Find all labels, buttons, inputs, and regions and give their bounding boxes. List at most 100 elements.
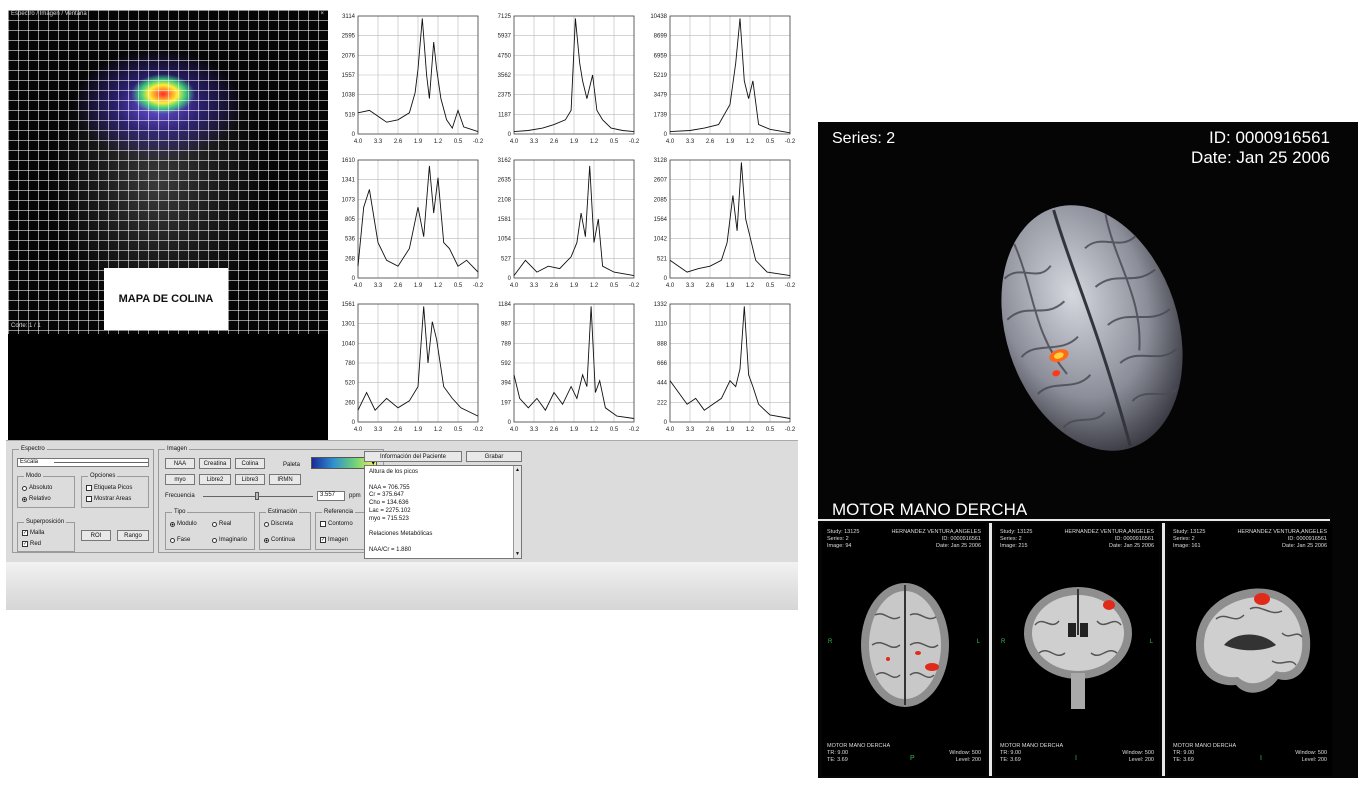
y-tick-label: 1341 bbox=[342, 178, 356, 184]
x-tick-label: 4.0 bbox=[510, 139, 519, 145]
x-tick-label: -0.2 bbox=[785, 427, 796, 433]
spectrum-plot[interactable]: 1610 1341 1073 805 536 268 0 4.0 3.3 2.6 1.9 1.2 0.5… bbox=[328, 150, 484, 294]
x-tick-label: -0.2 bbox=[629, 427, 640, 433]
resultados-textbox[interactable]: Altura de los picos NAA = 706.755 Cr = 37… bbox=[364, 465, 522, 559]
spectrum-plot[interactable]: 3162 2635 2108 1581 1054 527 0 4.0 3.3 2.6 1.9 1.2 0… bbox=[484, 150, 640, 294]
tipo-modulo-radio[interactable]: Modulo bbox=[170, 521, 197, 527]
slice-footer-right: Window: 500 Level: 200 bbox=[1122, 750, 1154, 763]
malla-checkbox[interactable]: ✓ Malla bbox=[22, 530, 44, 536]
roi-button[interactable]: ROI bbox=[81, 530, 111, 541]
y-tick-label: 3479 bbox=[654, 93, 668, 99]
checkbox-icon bbox=[320, 521, 326, 527]
x-tick-label: 4.0 bbox=[510, 283, 519, 289]
slider-thumb[interactable] bbox=[255, 492, 259, 500]
x-tick-label: -0.2 bbox=[785, 139, 796, 145]
y-tick-label: 6959 bbox=[654, 53, 668, 59]
frecuencia-slider[interactable] bbox=[203, 492, 313, 500]
continua-radio[interactable]: Continua bbox=[264, 537, 295, 543]
orientation-bottom: P bbox=[910, 755, 915, 762]
colina-button[interactable]: Colina bbox=[235, 458, 265, 469]
choline-map-viewer[interactable]: Espectro / Imagen / Ventana × Corte: 1 /… bbox=[8, 10, 328, 446]
vertical-scrollbar[interactable]: ▲ ▼ bbox=[513, 466, 521, 558]
y-tick-label: 1187 bbox=[498, 112, 512, 118]
y-tick-label: 0 bbox=[352, 276, 356, 282]
etiqueta-picos-checkbox[interactable]: Etiqueta Picos bbox=[86, 485, 132, 491]
result-line bbox=[369, 539, 432, 547]
y-tick-label: 3114 bbox=[342, 14, 356, 20]
libre2-button[interactable]: Libre2 bbox=[199, 474, 231, 485]
x-tick-label: 3.3 bbox=[530, 139, 539, 145]
escala-slider-track[interactable] bbox=[54, 462, 148, 463]
tipo-real-radio[interactable]: Real bbox=[212, 521, 231, 527]
y-tick-label: 0 bbox=[664, 420, 668, 426]
x-tick-label: 4.0 bbox=[666, 283, 675, 289]
imagen-option-label: Imagen bbox=[328, 537, 349, 543]
x-tick-label: 4.0 bbox=[510, 427, 519, 433]
grabar-button[interactable]: Grabar bbox=[466, 451, 522, 462]
brain-3d-render bbox=[1001, 205, 1183, 451]
y-tick-label: 2635 bbox=[498, 178, 512, 184]
y-tick-label: 1561 bbox=[342, 302, 356, 308]
close-icon[interactable]: × bbox=[320, 11, 324, 17]
mrs-application-window: Espectro / Imagen / Ventana × Corte: 1 /… bbox=[6, 6, 798, 610]
libre3-button[interactable]: Libre3 bbox=[235, 474, 265, 485]
spectrum-plot[interactable]: 10438 8699 6959 5219 3479 1739 0 4.0 3.3 2.6 1.9 1.… bbox=[640, 6, 796, 150]
x-tick-label: 2.6 bbox=[550, 139, 559, 145]
tipo-imaginario-radio[interactable]: Imaginario bbox=[212, 537, 247, 543]
spectrum-plot[interactable]: 7125 5937 4750 3562 2375 1187 0 4.0 3.3 2.6 1.9 1.2… bbox=[484, 6, 640, 150]
x-tick-label: 0.5 bbox=[610, 427, 619, 433]
continua-label: Continua bbox=[271, 537, 296, 543]
spectrum-plot[interactable]: 3114 2595 2076 1557 1038 519 0 4.0 3.3 2.6 1.9 1.2 0… bbox=[328, 6, 484, 150]
contorno-checkbox[interactable]: Contorno bbox=[320, 521, 353, 527]
coronal-slice-panel[interactable]: Study: 13125 Series: 2 Image: 215 HERNANDE… bbox=[995, 523, 1159, 776]
scroll-up-icon[interactable]: ▲ bbox=[515, 467, 520, 473]
checkbox-icon bbox=[86, 496, 92, 502]
scroll-down-icon[interactable]: ▼ bbox=[515, 551, 520, 557]
spectrum-plot[interactable]: 1561 1301 1040 780 520 260 0 4.0 3.3 2.6 1.9 1.2 0.5… bbox=[328, 294, 484, 438]
informacion-paciente-button[interactable]: Información del Paciente bbox=[364, 451, 462, 462]
x-tick-label: 0.5 bbox=[610, 139, 619, 145]
rango-button[interactable]: Rango bbox=[117, 530, 149, 541]
creatina-button[interactable]: Creatina bbox=[199, 458, 231, 469]
contorno-label: Contorno bbox=[328, 521, 353, 527]
sagittal-slice-panel[interactable]: Study: 13125 Series: 2 Image: 161 HERNANDE… bbox=[1168, 523, 1332, 776]
result-line: Lac = 2275.102 bbox=[369, 507, 411, 514]
slice-footer-left: MOTOR MANO DERCHA TR: 9.00 TE: 3.69 bbox=[1173, 743, 1237, 763]
modo-absoluto-radio[interactable]: Absoluto bbox=[22, 485, 52, 491]
slice-footer-left: MOTOR MANO DERCHA TR: 9.00 TE: 3.69 bbox=[827, 743, 891, 763]
x-tick-label: 3.3 bbox=[530, 427, 539, 433]
imagen-checkbox[interactable]: ✓ Imagen bbox=[320, 537, 348, 543]
irmn-button[interactable]: IRMN bbox=[269, 474, 301, 485]
x-tick-label: -0.2 bbox=[785, 283, 796, 289]
x-tick-label: 3.3 bbox=[530, 283, 539, 289]
referencia-legend: Referencia bbox=[322, 509, 356, 515]
x-tick-label: 2.6 bbox=[706, 283, 715, 289]
spectrum-plot[interactable]: 1184 987 789 592 394 197 0 4.0 3.3 2.6 1.9 1.2 0.5 -0… bbox=[484, 294, 640, 438]
y-tick-label: 1073 bbox=[342, 197, 356, 203]
y-tick-label: 1610 bbox=[342, 158, 356, 164]
y-tick-label: 0 bbox=[508, 420, 512, 426]
tipo-fase-radio[interactable]: Fase bbox=[170, 537, 190, 543]
modo-relativo-radio[interactable]: Relativo bbox=[22, 496, 51, 502]
y-tick-label: 0 bbox=[508, 132, 512, 138]
malla-label: Malla bbox=[30, 530, 45, 536]
red-checkbox[interactable]: ✓ Red bbox=[22, 541, 41, 547]
spectrum-plot[interactable]: 3128 2607 2085 1564 1042 521 0 4.0 3.3 2.6 1.9 1.2 0… bbox=[640, 150, 796, 294]
myo-button[interactable]: myo bbox=[165, 474, 195, 485]
frecuencia-input[interactable]: 3.557 bbox=[317, 491, 345, 501]
tipo-group: Tipo Modulo Real Fase Imaginario bbox=[165, 509, 255, 550]
spectrum-plot[interactable]: 1332 1110 888 666 444 222 0 4.0 3.3 2.6 1.9 1.2 0.5 -… bbox=[640, 294, 796, 438]
axial-slice-panel[interactable]: Study: 13125 Series: 2 Image: 94 HERNANDEZ… bbox=[822, 523, 986, 776]
naa-button[interactable]: NAA bbox=[165, 458, 195, 469]
orientation-bottom: I bbox=[1075, 755, 1077, 762]
x-tick-label: 4.0 bbox=[666, 139, 675, 145]
escala-select[interactable]: Escala bbox=[17, 458, 149, 467]
discreta-radio[interactable]: Discreta bbox=[264, 521, 293, 527]
ppm-unit: ppm bbox=[349, 493, 361, 499]
tipo-legend: Tipo bbox=[172, 509, 188, 515]
result-line: NAA/Cr = 1.880 bbox=[369, 546, 412, 553]
radio-selected-icon bbox=[22, 496, 27, 502]
x-tick-label: 1.9 bbox=[726, 139, 735, 145]
mostrar-areas-checkbox[interactable]: Mostrar Areas bbox=[86, 496, 131, 502]
y-tick-label: 10438 bbox=[650, 14, 667, 20]
